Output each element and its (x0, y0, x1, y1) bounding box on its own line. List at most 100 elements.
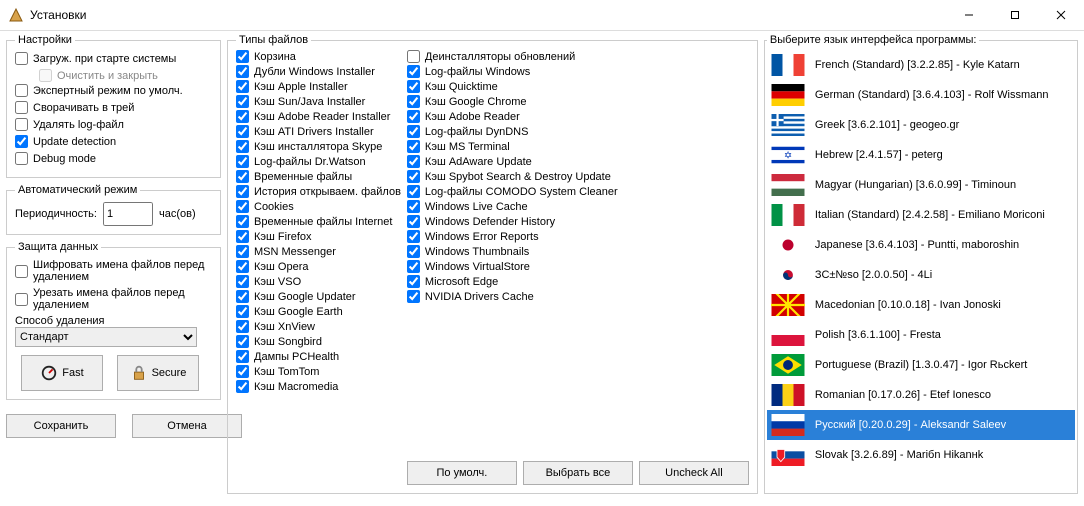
filetype-left-6[interactable]: Кэш инсталлятора Skype (236, 140, 401, 153)
language-item-gr[interactable]: Greek [3.6.2.101] - geogeo.gr (767, 110, 1075, 140)
filetype-left-checkbox-4[interactable] (236, 110, 249, 123)
filetype-left-checkbox-2[interactable] (236, 80, 249, 93)
filetype-left-checkbox-21[interactable] (236, 365, 249, 378)
setting-checkbox-6[interactable] (15, 152, 28, 165)
setting-6[interactable]: Debug mode (15, 152, 212, 165)
filetype-right-checkbox-14[interactable] (407, 260, 420, 273)
filetype-left-5[interactable]: Кэш ATI Drivers Installer (236, 125, 401, 138)
filetype-left-8[interactable]: Временные файлы (236, 170, 401, 183)
language-item-kr[interactable]: ЗС±№so [2.0.0.50] - 4Li (767, 260, 1075, 290)
filetype-right-checkbox-3[interactable] (407, 95, 420, 108)
filetype-right-checkbox-8[interactable] (407, 170, 420, 183)
filetype-left-20[interactable]: Дампы PCHealth (236, 350, 401, 363)
filetype-left-checkbox-6[interactable] (236, 140, 249, 153)
filetype-left-16[interactable]: Кэш Google Updater (236, 290, 401, 303)
filetype-left-checkbox-20[interactable] (236, 350, 249, 363)
filetype-right-checkbox-6[interactable] (407, 140, 420, 153)
setting-checkbox-5[interactable] (15, 135, 28, 148)
filetype-right-checkbox-15[interactable] (407, 275, 420, 288)
filetype-left-14[interactable]: Кэш Opera (236, 260, 401, 273)
filetype-right-1[interactable]: Log-файлы Windows (407, 65, 749, 78)
protect-1[interactable]: Урезать имена файлов перед удалением (15, 287, 212, 311)
filetype-left-9[interactable]: История открываем. файлов (236, 185, 401, 198)
setting-checkbox-4[interactable] (15, 118, 28, 131)
filetype-left-2[interactable]: Кэш Apple Installer (236, 80, 401, 93)
minimize-button[interactable] (946, 0, 992, 30)
language-item-de[interactable]: German (Standard) [3.6.4.103] - Rolf Wis… (767, 80, 1075, 110)
filetype-left-7[interactable]: Log-файлы Dr.Watson (236, 155, 401, 168)
filetype-left-checkbox-12[interactable] (236, 230, 249, 243)
protect-0[interactable]: Шифровать имена файлов перед удалением (15, 259, 212, 283)
filetype-left-checkbox-22[interactable] (236, 380, 249, 393)
filetype-left-4[interactable]: Кэш Adobe Reader Installer (236, 110, 401, 123)
filetype-left-checkbox-9[interactable] (236, 185, 249, 198)
language-item-fr[interactable]: French (Standard) [3.2.2.85] - Kyle Kata… (767, 50, 1075, 80)
filetype-left-21[interactable]: Кэш TomTom (236, 365, 401, 378)
filetype-left-17[interactable]: Кэш Google Earth (236, 305, 401, 318)
setting-4[interactable]: Удалять log-файл (15, 118, 212, 131)
filetype-right-16[interactable]: NVIDIA Drivers Cache (407, 290, 749, 303)
language-item-sk[interactable]: Slovak [3.2.6.89] - Mariбn Hikanнk (767, 440, 1075, 470)
filetype-left-10[interactable]: Cookies (236, 200, 401, 213)
setting-checkbox-2[interactable] (15, 84, 28, 97)
filetype-right-13[interactable]: Windows Thumbnails (407, 245, 749, 258)
language-item-ru[interactable]: Русский [0.20.0.29] - Aleksandr Saleev (767, 410, 1075, 440)
setting-5[interactable]: Update detection (15, 135, 212, 148)
setting-3[interactable]: Сворачивать в трей (15, 101, 212, 114)
filetype-right-2[interactable]: Кэш Quicktime (407, 80, 749, 93)
filetype-left-checkbox-14[interactable] (236, 260, 249, 273)
filetype-right-checkbox-5[interactable] (407, 125, 420, 138)
filetype-right-checkbox-9[interactable] (407, 185, 420, 198)
fast-button[interactable]: Fast (21, 355, 103, 391)
filetype-right-5[interactable]: Log-файлы DynDNS (407, 125, 749, 138)
defaults-button[interactable]: По умолч. (407, 461, 517, 485)
filetype-left-15[interactable]: Кэш VSO (236, 275, 401, 288)
setting-2[interactable]: Экспертный режим по умолч. (15, 84, 212, 97)
setting-1[interactable]: Очистить и закрыть (39, 69, 212, 82)
protect-checkbox-0[interactable] (15, 265, 28, 278)
filetype-left-checkbox-5[interactable] (236, 125, 249, 138)
setting-checkbox-1[interactable] (39, 69, 52, 82)
cancel-button[interactable]: Отмена (132, 414, 242, 438)
language-item-br[interactable]: Portuguese (Brazil) [1.3.0.47] - Igor Rь… (767, 350, 1075, 380)
filetype-left-3[interactable]: Кэш Sun/Java Installer (236, 95, 401, 108)
filetype-right-checkbox-12[interactable] (407, 230, 420, 243)
filetype-left-checkbox-13[interactable] (236, 245, 249, 258)
filetype-right-10[interactable]: Windows Live Cache (407, 200, 749, 213)
language-item-ro[interactable]: Romanian [0.17.0.26] - Etef Ionesco (767, 380, 1075, 410)
filetype-right-checkbox-10[interactable] (407, 200, 420, 213)
filetype-right-11[interactable]: Windows Defender History (407, 215, 749, 228)
filetype-left-checkbox-16[interactable] (236, 290, 249, 303)
filetype-right-checkbox-0[interactable] (407, 50, 420, 63)
setting-0[interactable]: Загруж. при старте системы (15, 52, 212, 65)
filetype-left-checkbox-10[interactable] (236, 200, 249, 213)
filetype-right-8[interactable]: Кэш Spybot Search & Destroy Update (407, 170, 749, 183)
language-list[interactable]: French (Standard) [3.2.2.85] - Kyle Kata… (767, 50, 1075, 489)
maximize-button[interactable] (992, 0, 1038, 30)
filetype-right-checkbox-16[interactable] (407, 290, 420, 303)
save-button[interactable]: Сохранить (6, 414, 116, 438)
filetype-right-6[interactable]: Кэш MS Terminal (407, 140, 749, 153)
filetype-left-13[interactable]: MSN Messenger (236, 245, 401, 258)
setting-checkbox-0[interactable] (15, 52, 28, 65)
filetype-left-12[interactable]: Кэш Firefox (236, 230, 401, 243)
language-item-jp[interactable]: Japanese [3.6.4.103] - Puntti, maboroshi… (767, 230, 1075, 260)
filetype-right-checkbox-11[interactable] (407, 215, 420, 228)
filetype-left-18[interactable]: Кэш XnView (236, 320, 401, 333)
filetype-right-3[interactable]: Кэш Google Chrome (407, 95, 749, 108)
filetype-left-checkbox-15[interactable] (236, 275, 249, 288)
select-all-button[interactable]: Выбрать все (523, 461, 633, 485)
language-item-il[interactable]: ✡Hebrew [2.4.1.57] - peterg (767, 140, 1075, 170)
language-item-mk[interactable]: Macedonian [0.10.0.18] - Ivan Jonoski (767, 290, 1075, 320)
filetype-right-checkbox-2[interactable] (407, 80, 420, 93)
filetype-right-9[interactable]: Log-файлы COMODO System Cleaner (407, 185, 749, 198)
filetype-right-12[interactable]: Windows Error Reports (407, 230, 749, 243)
filetype-left-checkbox-19[interactable] (236, 335, 249, 348)
filetype-left-checkbox-11[interactable] (236, 215, 249, 228)
filetype-left-22[interactable]: Кэш Macromedia (236, 380, 401, 393)
filetype-right-7[interactable]: Кэш AdAware Update (407, 155, 749, 168)
filetype-left-1[interactable]: Дубли Windows Installer (236, 65, 401, 78)
filetype-left-19[interactable]: Кэш Songbird (236, 335, 401, 348)
filetype-left-checkbox-3[interactable] (236, 95, 249, 108)
filetype-left-0[interactable]: Корзина (236, 50, 401, 63)
